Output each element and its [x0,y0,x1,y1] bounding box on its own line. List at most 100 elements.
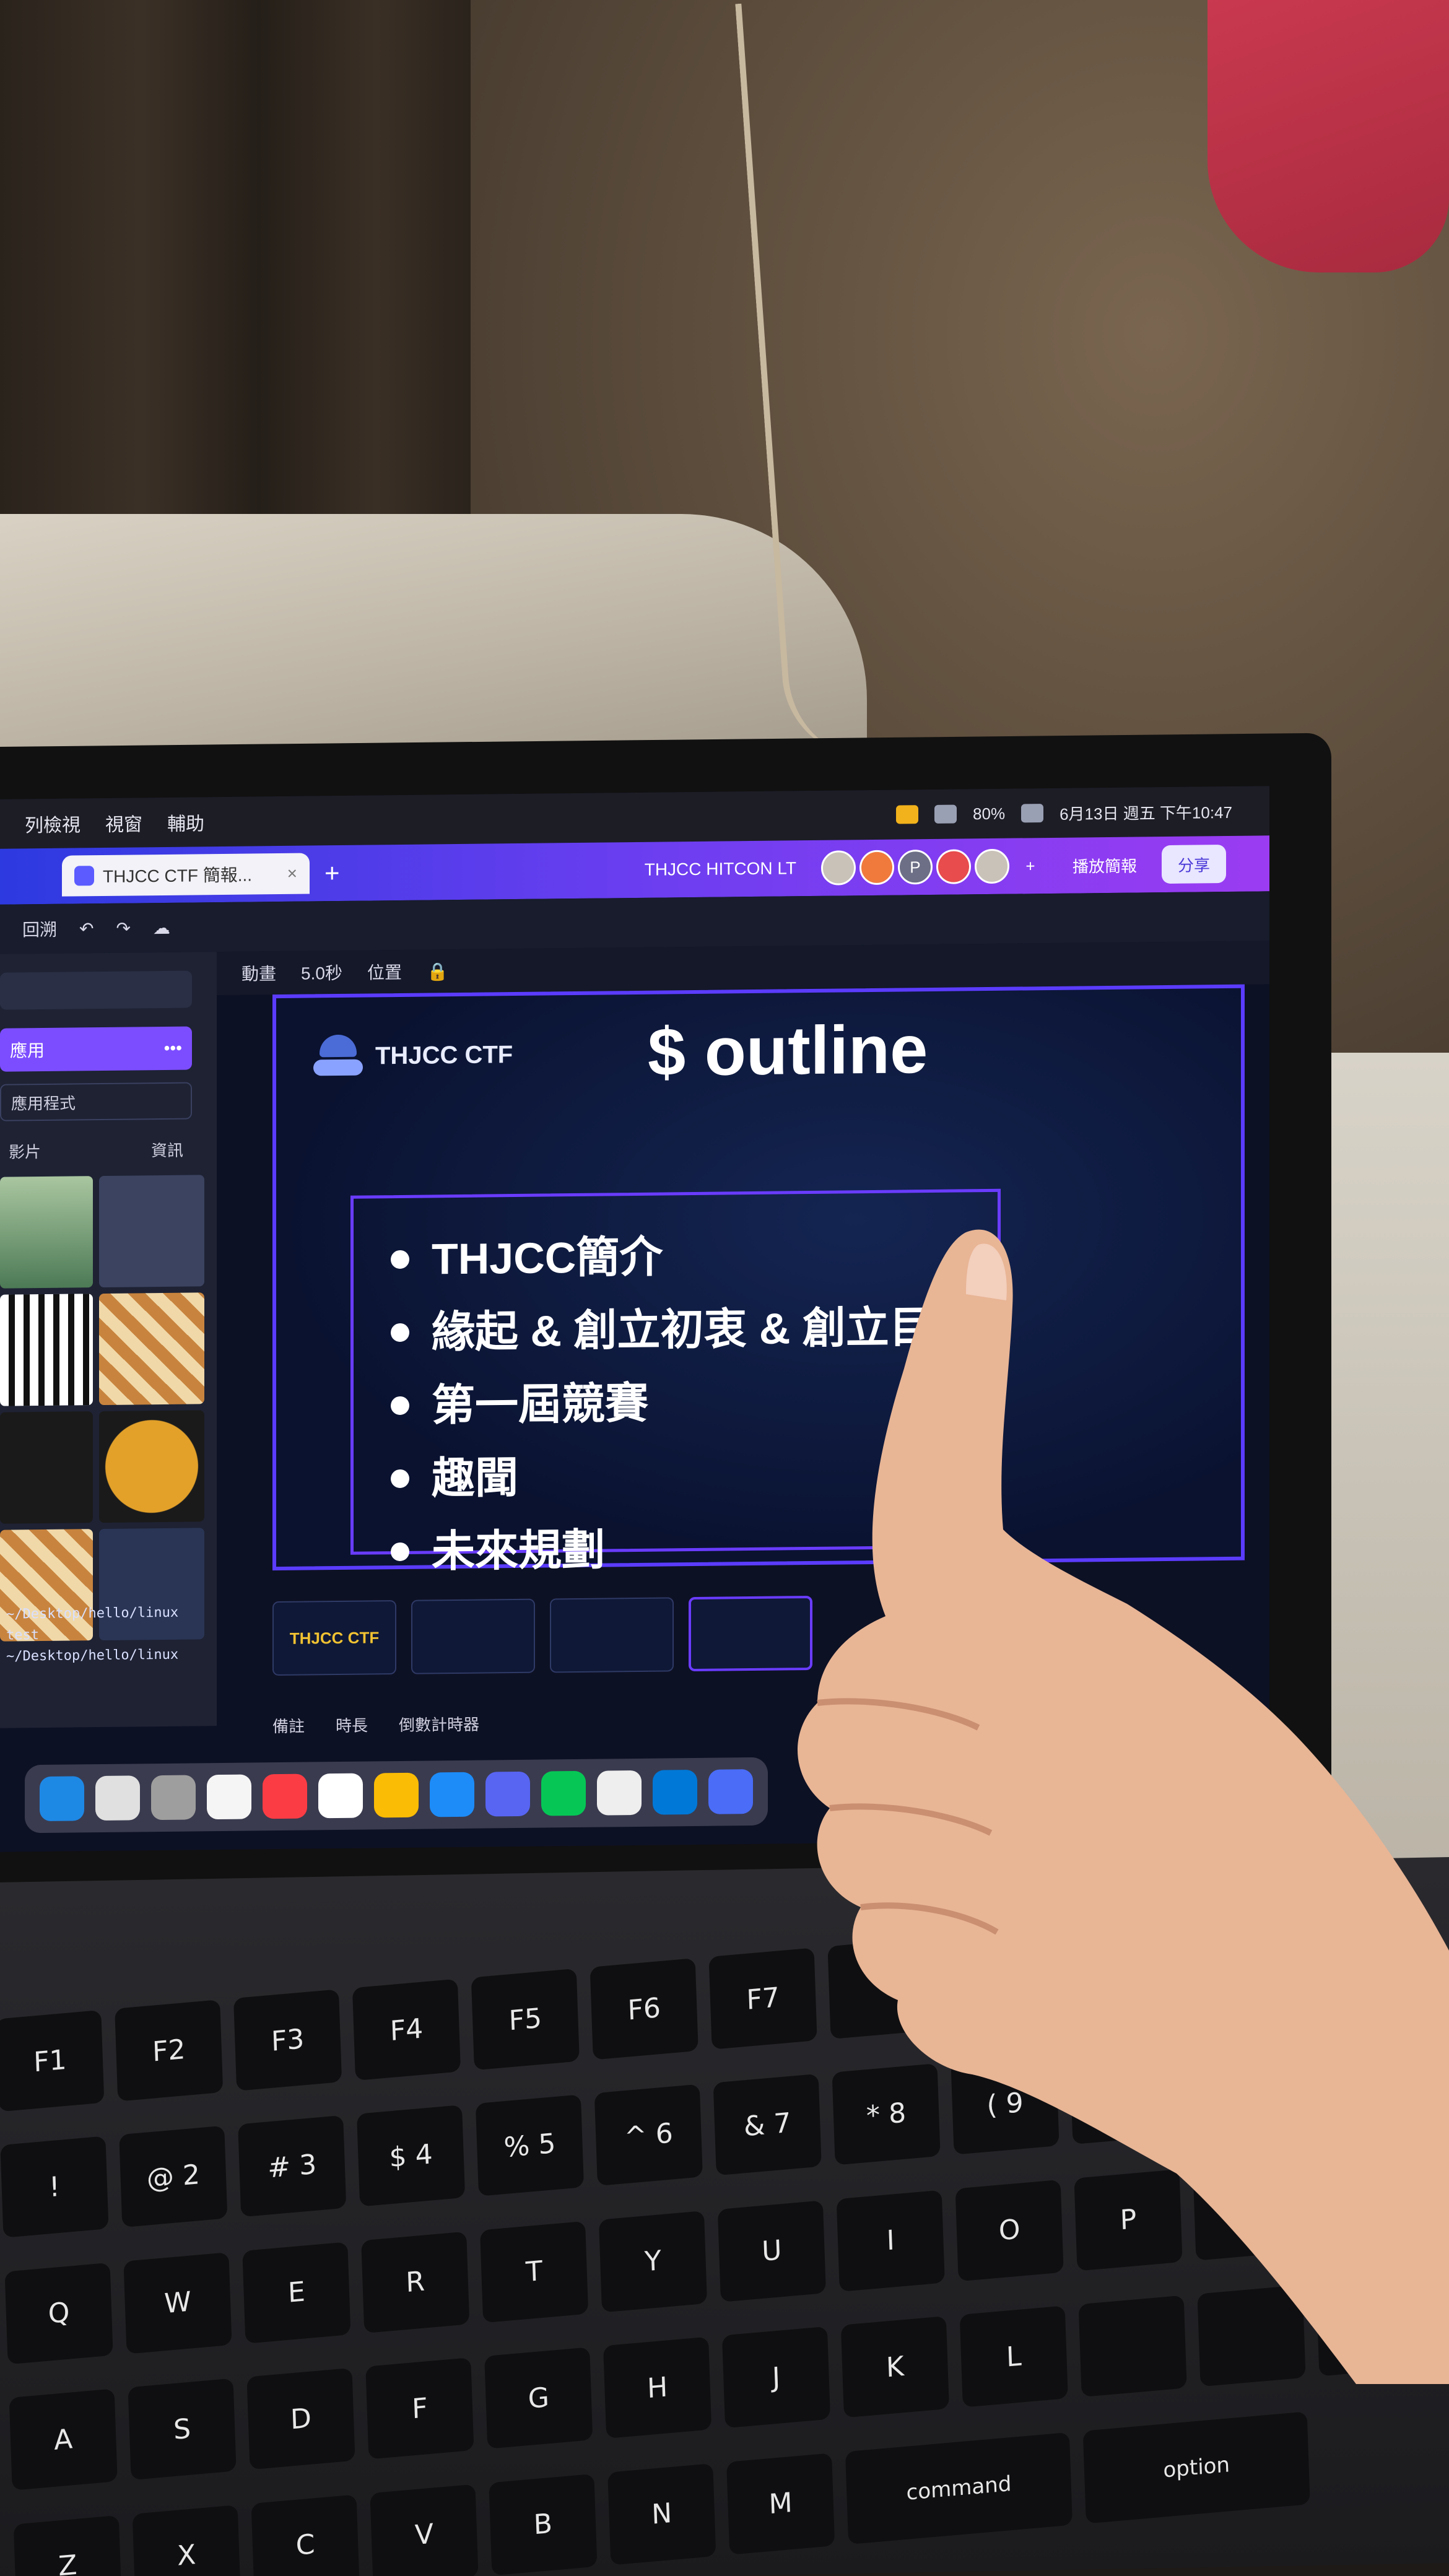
option-key[interactable]: option [1082,2411,1310,2524]
menu-item-view[interactable]: 列檢視 [25,809,80,837]
avatar[interactable] [820,850,856,886]
music-icon[interactable] [263,1773,307,1819]
animation-button[interactable]: 動畫 [242,960,276,986]
avatar[interactable] [936,849,971,884]
deck-name[interactable]: THJCC HITCON LT [645,858,796,880]
key[interactable]: Z [13,2515,122,2576]
asset-thumbnail[interactable] [0,1294,93,1406]
present-button[interactable]: 播放簡報 [1073,853,1137,877]
line-icon[interactable] [541,1770,586,1816]
launchpad-icon[interactable] [95,1775,140,1821]
key[interactable]: F6 [590,1958,698,2060]
terminal-line: ~/Desktop/hello/linux [6,1604,179,1622]
add-collaborator-button[interactable]: + [1013,848,1048,884]
vscode-icon[interactable] [653,1769,697,1815]
slide-title[interactable]: $ outline [648,1010,928,1092]
key[interactable]: @ 2 [119,2126,228,2228]
menu-item-window[interactable]: 視窗 [105,809,142,837]
chrome-icon[interactable] [374,1772,419,1818]
key[interactable]: F4 [352,1978,461,2081]
key[interactable]: Q [4,2262,113,2365]
asset-thumbnail[interactable] [99,1292,204,1406]
key[interactable]: B [489,2473,598,2575]
key[interactable]: D [246,2368,355,2470]
slide-thumbnail[interactable] [550,1597,674,1673]
key[interactable]: M [726,2452,835,2555]
key[interactable]: X [132,2504,241,2576]
asset-thumbnail[interactable] [99,1410,204,1523]
tab-videos[interactable]: 影片 [9,1139,41,1163]
notion-icon[interactable] [597,1770,642,1816]
key[interactable]: N [607,2463,716,2565]
key[interactable]: Y [598,2210,708,2313]
undo-label[interactable]: 回溯 [22,916,57,942]
share-button[interactable]: 分享 [1161,844,1226,884]
key[interactable]: F3 [233,1989,342,2091]
selected-folder[interactable]: 應用 ••• [0,1026,192,1072]
key[interactable]: # 3 [238,2115,347,2217]
key[interactable]: V [370,2484,479,2576]
finder-icon[interactable] [40,1776,84,1822]
notes-button[interactable]: 備註 [272,1713,305,1737]
asset-thumbnail[interactable] [0,1176,93,1289]
new-tab-button[interactable]: + [324,858,340,888]
key[interactable]: C [251,2494,360,2576]
browser-tab[interactable]: THJCC CTF 簡報... × [62,853,310,897]
key[interactable]: $ 4 [357,2105,466,2207]
bullet-icon [391,1469,409,1489]
duration-tab[interactable]: 時長 [336,1713,368,1736]
app-store-icon[interactable] [430,1772,474,1817]
key[interactable]: ^ 6 [594,2084,703,2187]
apps-item[interactable]: 應用程式 [0,1082,192,1121]
key[interactable]: F5 [471,1968,580,2071]
battery-icon[interactable] [1021,804,1044,823]
asset-thumbnail[interactable] [99,1175,204,1288]
key[interactable]: F2 [115,1999,224,2102]
menu-item-help[interactable]: 輔助 [167,808,204,836]
key[interactable]: A [9,2388,118,2491]
dock [25,1757,768,1834]
duration-button[interactable]: 5.0秒 [301,960,342,985]
avatar[interactable]: P [897,849,933,885]
slide-logo-text: THJCC CTF [375,1040,513,1069]
freeform-icon[interactable] [318,1773,363,1819]
slide-thumbnail[interactable] [411,1598,535,1674]
bullet-icon [391,1323,409,1342]
app-status-icon[interactable] [896,805,919,824]
asset-thumbnail[interactable] [0,1411,93,1524]
key[interactable]: ! [0,2136,109,2239]
discord-icon[interactable] [485,1771,530,1817]
more-icon[interactable]: ••• [164,1038,182,1058]
position-button[interactable]: 位置 [367,959,402,985]
key[interactable]: H [603,2336,712,2439]
key[interactable]: E [242,2242,351,2344]
slide-thumbnail[interactable]: THJCC CTF [272,1600,396,1676]
panel-tabs: 影片 資訊 [0,1138,192,1162]
key[interactable]: T [480,2221,589,2323]
calendar-icon[interactable] [207,1774,251,1820]
left-panel: 應用 ••• 應用程式 影片 資訊 ~/Desktop/hello/linux [0,952,217,1728]
undo-icon[interactable]: ↶ [79,918,94,939]
lock-icon[interactable]: 🔒 [427,961,448,981]
command-key[interactable]: command [845,2432,1073,2544]
avatar[interactable] [974,848,1009,884]
cloud-icon[interactable]: ☁ [153,917,170,938]
key[interactable]: F1 [0,2009,105,2112]
redo-icon[interactable]: ↷ [116,918,130,938]
tab-info[interactable]: 資訊 [151,1138,183,1162]
key[interactable]: G [484,2347,593,2450]
key[interactable]: S [128,2378,237,2481]
close-icon[interactable]: × [287,864,297,884]
key[interactable]: % 5 [475,2094,585,2197]
wifi-icon[interactable] [934,804,957,824]
search-input[interactable] [0,970,192,1010]
red-cloth [1208,0,1449,272]
selected-folder-label: 應用 [10,1040,45,1061]
settings-icon[interactable] [151,1775,196,1821]
key[interactable]: W [123,2252,232,2354]
clock[interactable]: 6月13日 週五 下午10:47 [1060,799,1232,824]
timer-button[interactable]: 倒數計時器 [399,1712,479,1735]
key[interactable]: F [365,2357,474,2460]
avatar[interactable] [859,850,894,886]
key[interactable]: R [361,2231,470,2333]
